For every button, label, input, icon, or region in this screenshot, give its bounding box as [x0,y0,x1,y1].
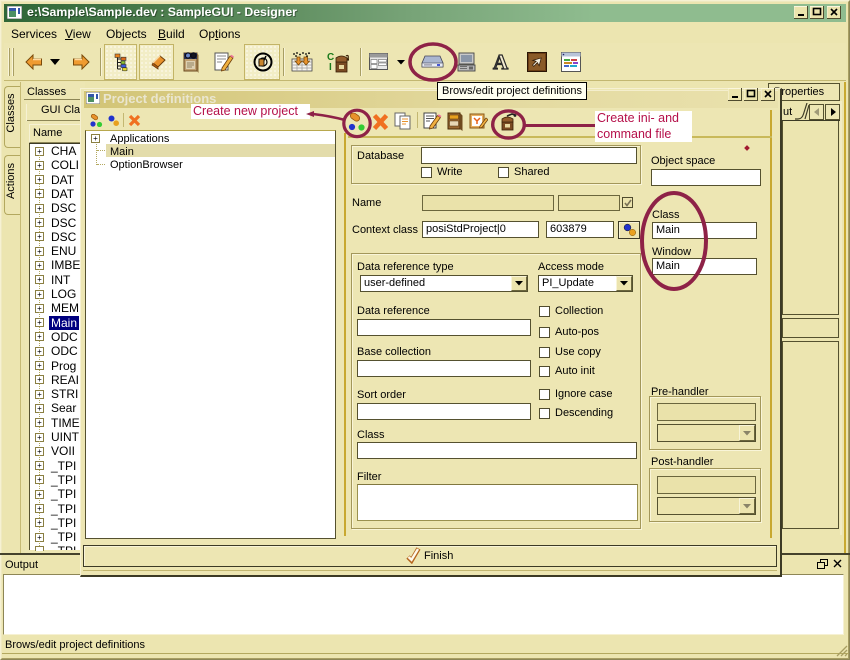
svg-text:I: I [329,62,332,73]
svg-text:A: A [493,51,509,72]
